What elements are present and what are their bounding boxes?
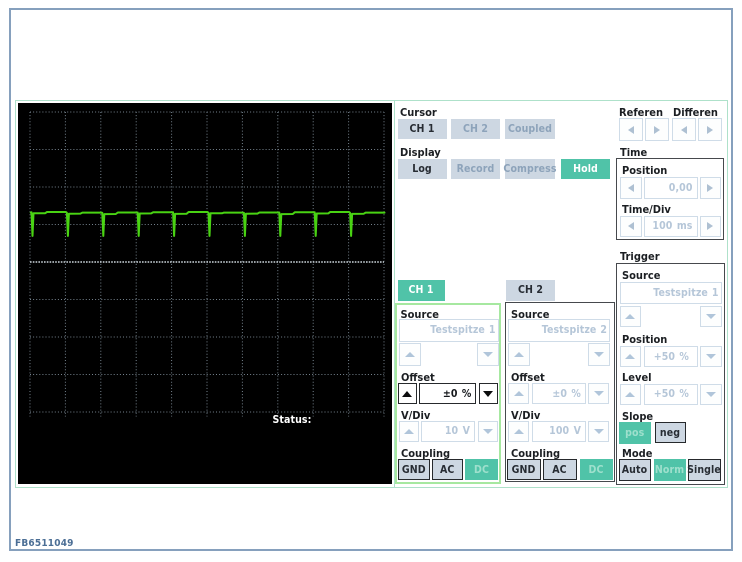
down-arrow-icon — [705, 391, 716, 397]
ch1-coupling-gnd-button[interactable]: GND — [397, 459, 430, 480]
ch1-coupling-ac-button[interactable]: AC — [431, 459, 463, 480]
up-arrow-icon — [513, 428, 524, 434]
ch2-vdiv-up-button[interactable] — [508, 420, 529, 442]
trigger-position-up-button[interactable] — [619, 346, 641, 367]
trigger-level-value: +50 % — [643, 383, 698, 405]
trigger-source-label: Source — [622, 269, 661, 282]
ch2-select-button[interactable]: CH 2 — [506, 280, 555, 301]
ch1-source-up-button[interactable] — [398, 343, 421, 366]
trigger-position-value: +50 % — [643, 346, 698, 367]
trigger-level-label: Level — [622, 371, 652, 384]
down-arrow-icon — [593, 428, 604, 434]
ch2-vdiv-down-button[interactable] — [588, 420, 609, 442]
cursor-coupled-button[interactable]: Coupled — [505, 119, 555, 139]
up-arrow-icon — [625, 354, 636, 359]
right-arrow-icon — [707, 222, 713, 231]
trigger-mode-norm-button[interactable]: Norm — [653, 459, 686, 481]
right-arrow-icon — [653, 125, 660, 134]
ch1-vdiv-up-button[interactable] — [398, 420, 419, 442]
left-arrow-icon — [627, 125, 634, 134]
trigger-source-down-button[interactable] — [700, 305, 722, 327]
waveform-plot — [29, 111, 386, 417]
status-label: Status: — [272, 414, 312, 426]
down-arrow-icon — [705, 354, 716, 359]
ch1-offset-up-button[interactable] — [397, 383, 417, 404]
trigger-position-down-button[interactable] — [700, 346, 722, 367]
right-arrow-icon — [707, 183, 713, 192]
ch2-offset-down-button[interactable] — [588, 383, 609, 404]
cursor-ch1-button[interactable]: CH 1 — [397, 119, 447, 139]
document-id-label: FB6511049 — [15, 537, 74, 549]
reference-prev-button[interactable] — [618, 118, 643, 141]
difference-next-button[interactable] — [698, 118, 722, 141]
up-arrow-icon — [625, 313, 636, 319]
ch2-source-up-button[interactable] — [508, 343, 530, 366]
ch1-vdiv-down-button[interactable] — [477, 420, 498, 442]
trigger-slope-pos-button[interactable]: pos — [618, 421, 651, 444]
ch2-coupling-dc-button[interactable]: DC — [579, 459, 613, 480]
down-arrow-icon — [482, 428, 493, 434]
down-arrow-icon — [482, 352, 493, 357]
down-arrow-icon — [594, 352, 604, 357]
ch1-coupling-dc-button[interactable]: DC — [465, 459, 498, 480]
time-position-value: 0,00 — [643, 177, 698, 199]
ch2-coupling-ac-button[interactable]: AC — [542, 459, 577, 480]
trigger-mode-label: Mode — [622, 446, 653, 460]
display-log-button[interactable]: Log — [397, 159, 447, 179]
up-arrow-icon — [513, 391, 524, 396]
trigger-slope-neg-button[interactable]: neg — [654, 422, 686, 443]
ch1-offset-value: ±0 % — [418, 383, 476, 404]
left-arrow-icon — [627, 222, 634, 231]
time-timediv-increment-button[interactable] — [699, 215, 721, 237]
ch2-vdiv-value: 100 V — [532, 420, 586, 442]
left-arrow-icon — [681, 125, 687, 134]
up-arrow-icon — [403, 428, 414, 434]
trigger-group-label: Trigger — [620, 250, 660, 263]
down-arrow-icon — [705, 313, 716, 319]
ch2-source-value: Testspitze 2 — [508, 319, 610, 342]
trigger-mode-auto-button[interactable]: Auto — [618, 459, 651, 481]
trigger-mode-single-button[interactable]: Single — [687, 459, 721, 481]
time-position-decrement-button[interactable] — [619, 177, 642, 199]
trigger-level-up-button[interactable] — [619, 383, 641, 405]
time-timediv-label: Time/Div — [622, 203, 671, 216]
ch1-source-value: Testspitze 1 — [398, 319, 499, 342]
time-timediv-decrement-button[interactable] — [619, 215, 642, 237]
ch1-offset-down-button[interactable] — [478, 383, 498, 404]
time-timediv-value: 100 ms — [643, 215, 698, 237]
ch1-select-button[interactable]: CH 1 — [397, 280, 445, 301]
left-arrow-icon — [627, 183, 634, 192]
ch2-offset-up-button[interactable] — [508, 383, 529, 404]
cursor-group-label: Cursor — [400, 106, 437, 119]
oscilloscope-screen: Status: — [18, 103, 392, 484]
up-arrow-icon — [625, 391, 636, 397]
ch2-coupling-gnd-button[interactable]: GND — [506, 459, 541, 480]
display-compress-button[interactable]: Compress — [503, 159, 556, 179]
display-group-label: Display — [400, 146, 441, 159]
ch1-source-down-button[interactable] — [476, 343, 499, 366]
time-position-label: Position — [622, 164, 668, 177]
difference-prev-button[interactable] — [672, 118, 696, 141]
trigger-level-down-button[interactable] — [700, 383, 722, 405]
down-arrow-icon — [593, 391, 604, 396]
ch2-source-down-button[interactable] — [588, 343, 610, 366]
trigger-source-value: Testspitze 1 — [619, 282, 722, 304]
down-arrow-icon — [483, 390, 494, 397]
up-arrow-icon — [514, 352, 524, 357]
right-arrow-icon — [707, 125, 713, 134]
up-arrow-icon — [402, 390, 413, 397]
display-hold-button[interactable]: Hold — [561, 159, 610, 179]
ch2-offset-value: ±0 % — [532, 383, 586, 404]
time-position-increment-button[interactable] — [699, 177, 721, 199]
up-arrow-icon — [404, 352, 415, 357]
ch1-vdiv-value: 10 V — [421, 420, 475, 442]
cursor-ch2-button[interactable]: CH 2 — [451, 119, 500, 139]
display-record-button[interactable]: Record — [451, 159, 500, 179]
trigger-source-up-button[interactable] — [619, 305, 641, 327]
trigger-position-label: Position — [622, 333, 668, 346]
reference-next-button[interactable] — [644, 118, 669, 141]
